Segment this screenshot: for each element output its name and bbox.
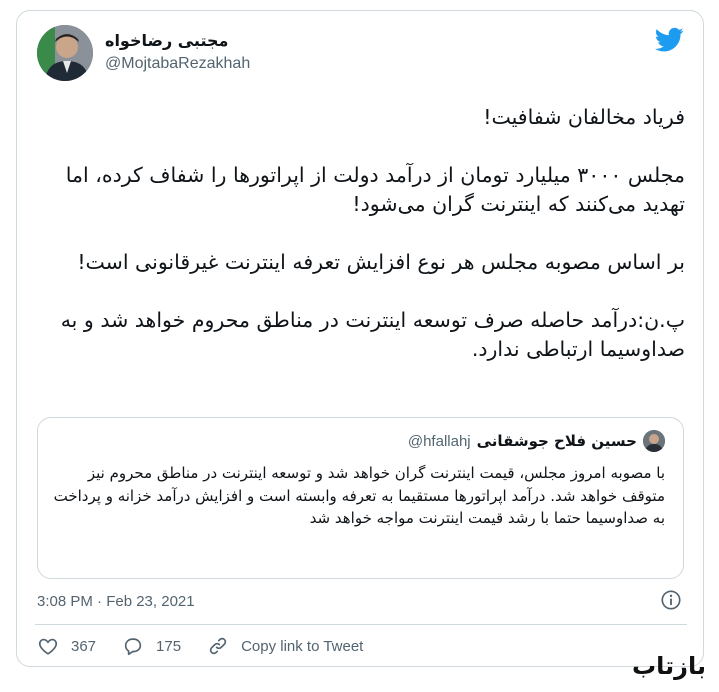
author-handle[interactable]: @MojtabaRezakhah xyxy=(105,55,250,73)
copy-link-button[interactable]: Copy link to Tweet xyxy=(207,635,363,657)
like-count: 367 xyxy=(71,637,97,655)
quoted-tweet-text: با مصوبه امروز مجلس، قیمت اینترنت گران خ… xyxy=(53,464,665,527)
reply-button[interactable]: 175 xyxy=(122,635,181,657)
reply-count: 175 xyxy=(156,637,182,655)
watermark-logo: بازتاب xyxy=(632,652,707,680)
watermark-text: بازتاب xyxy=(632,652,707,680)
tweet-paragraph: فریاد مخالفان شفافیت! xyxy=(483,105,685,129)
reply-bubble-icon xyxy=(124,638,142,656)
info-icon[interactable] xyxy=(660,589,682,611)
author-avatar[interactable] xyxy=(37,25,93,81)
quoted-author-handle: @hfallahj xyxy=(407,432,471,450)
like-button[interactable]: 367 xyxy=(37,635,96,657)
tweet-paragraph: بر اساس مصوبه مجلس هر نوع افزایش تعرفه ا… xyxy=(77,250,685,274)
author-name[interactable]: مجتبی رضاخواه xyxy=(105,31,305,50)
link-icon xyxy=(209,637,227,655)
tweet-card: مجتبی رضاخواه @MojtabaRezakhah فریاد مخا… xyxy=(16,10,704,667)
heart-icon xyxy=(38,638,58,655)
divider xyxy=(35,624,687,625)
quoted-author-avatar xyxy=(643,430,665,452)
twitter-bird-icon[interactable] xyxy=(652,25,686,55)
quoted-tweet[interactable]: @hfallahj حسین فلاح جوشقانی با مصوبه امر… xyxy=(37,417,684,579)
tweet-paragraph: پ.ن:درآمد حاصله صرف توسعه اینترنت در منا… xyxy=(60,308,685,361)
tweet-timestamp[interactable]: 3:08 PM · Feb 23, 2021 xyxy=(37,593,195,610)
copy-link-label: Copy link to Tweet xyxy=(241,637,364,655)
quoted-author-name: حسین فلاح جوشقانی xyxy=(476,432,637,450)
tweet-text: فریاد مخالفان شفافیت! مجلس ۳۰۰۰ میلیارد … xyxy=(35,103,685,364)
quoted-tweet-header: @hfallahj حسین فلاح جوشقانی xyxy=(408,430,665,452)
action-bar: 367 175 Copy link to Tweet xyxy=(37,631,389,661)
tweet-paragraph: مجلس ۳۰۰۰ میلیارد تومان از درآمد دولت از… xyxy=(65,163,685,216)
